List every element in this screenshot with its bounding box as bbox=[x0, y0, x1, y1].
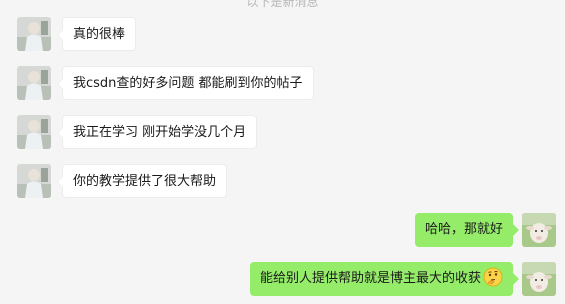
message-row: 能给别人提供帮助就是博主最大的收获 bbox=[0, 262, 565, 302]
message-bubble[interactable]: 我csdn查的好多问题 都能刷到你的帖子 bbox=[57, 66, 314, 100]
user-photo-avatar-icon[interactable] bbox=[17, 164, 51, 198]
message-row: 我正在学习 刚开始学没几个月 bbox=[0, 115, 565, 155]
sheep-avatar-icon[interactable] bbox=[522, 262, 556, 296]
message-bubble[interactable]: 哈哈，那就好 bbox=[414, 213, 520, 247]
thinking-face-icon bbox=[483, 267, 503, 287]
message-row: 我csdn查的好多问题 都能刷到你的帖子 bbox=[0, 66, 565, 106]
new-messages-divider: 以下是新消息 bbox=[246, 0, 319, 9]
message-bubble[interactable]: 我正在学习 刚开始学没几个月 bbox=[56, 115, 258, 149]
message-row: 你的教学提供了很大帮助 bbox=[0, 164, 565, 204]
user-photo-avatar-icon[interactable] bbox=[17, 17, 51, 51]
message-bubble[interactable]: 真的很棒 bbox=[56, 17, 137, 51]
user-photo-avatar-icon[interactable] bbox=[17, 115, 51, 149]
sheep-avatar-icon[interactable] bbox=[522, 213, 556, 247]
message-row: 真的很棒 bbox=[0, 17, 565, 57]
message-bubble[interactable]: 你的教学提供了很大帮助 bbox=[56, 164, 228, 198]
message-text: 能给别人提供帮助就是博主最大的收获 bbox=[259, 271, 481, 286]
message-row: 哈哈，那就好 bbox=[0, 213, 565, 253]
message-bubble[interactable]: 能给别人提供帮助就是博主最大的收获 bbox=[249, 262, 520, 296]
user-photo-avatar-icon[interactable] bbox=[17, 66, 51, 100]
